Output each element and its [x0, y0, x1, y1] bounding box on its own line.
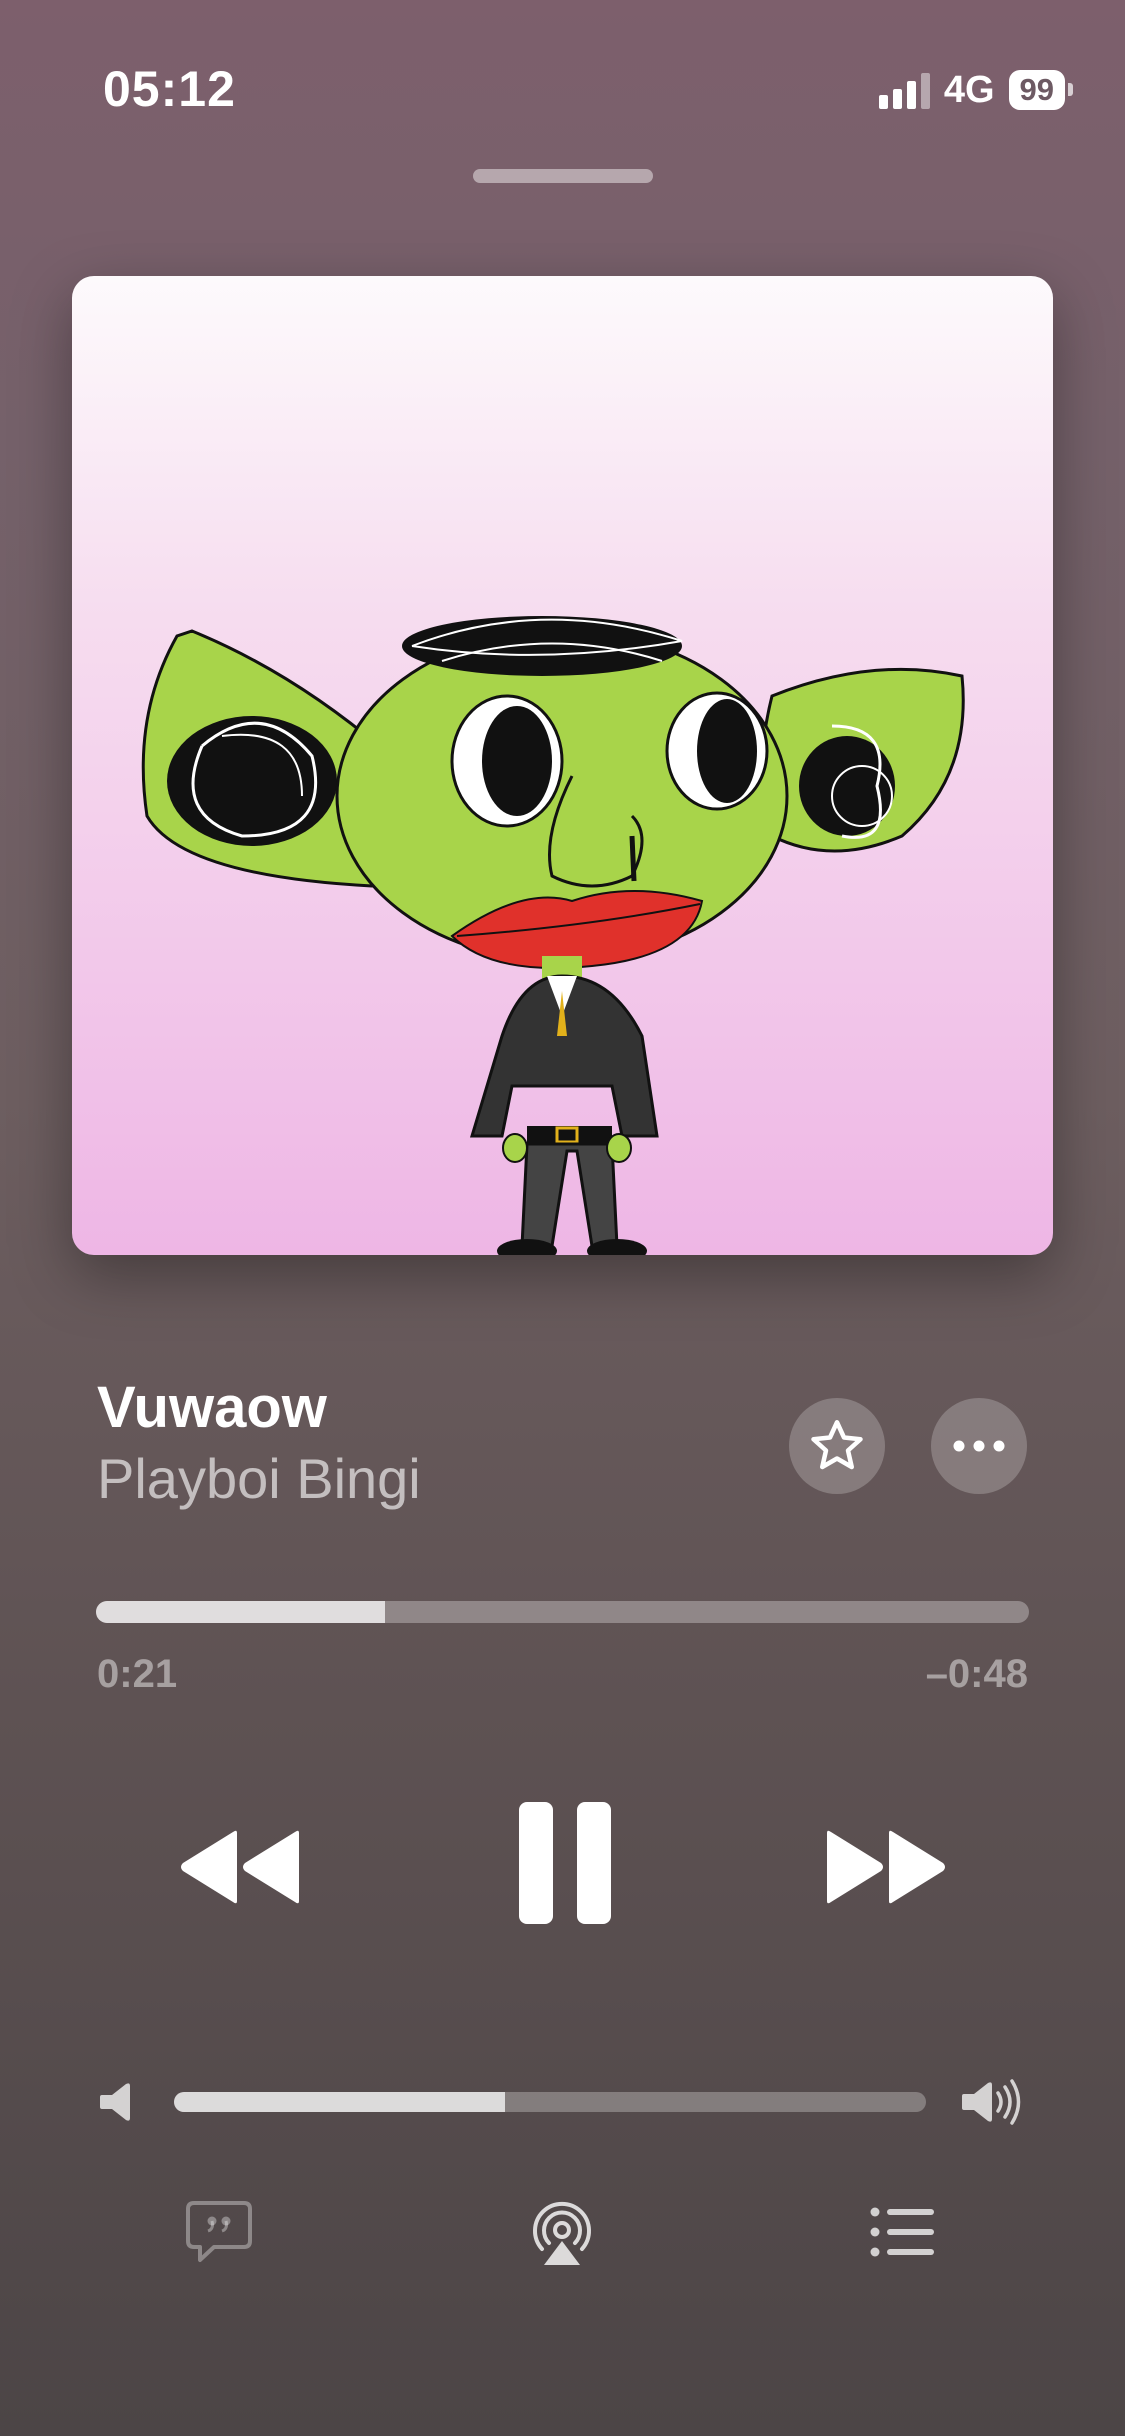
airplay-button[interactable] — [528, 2199, 596, 2272]
pause-icon — [519, 1802, 611, 1924]
status-indicators: 4G 99 — [878, 68, 1074, 112]
lyrics-button[interactable] — [184, 2199, 254, 2270]
quote-bubble-icon — [186, 2201, 252, 2262]
airplay-icon — [533, 2201, 591, 2265]
album-artwork — [72, 276, 1053, 1255]
network-type: 4G — [943, 68, 995, 111]
status-time: 05:12 — [103, 61, 236, 117]
battery-icon: 99 — [1008, 70, 1074, 110]
remaining-time: –0:48 — [925, 1652, 1028, 1696]
queue-button[interactable] — [870, 2206, 934, 2263]
rewind-button[interactable] — [176, 1822, 306, 1912]
artwork-illustration — [141, 616, 965, 1255]
ellipsis-icon — [953, 1440, 1005, 1452]
forward-icon — [827, 1830, 945, 1904]
list-icon — [870, 2207, 934, 2257]
pause-button[interactable] — [510, 1798, 620, 1928]
volume-low-icon — [100, 2081, 134, 2128]
playback-progress-fill — [96, 1601, 386, 1623]
favorite-button[interactable] — [789, 1398, 885, 1494]
track-title[interactable]: Vuwaow — [97, 1374, 327, 1441]
backward-icon — [181, 1830, 299, 1904]
more-options-button[interactable] — [931, 1398, 1027, 1494]
star-icon — [811, 1420, 863, 1470]
track-artist[interactable]: Playboi Bingi — [97, 1446, 421, 1511]
volume-slider[interactable] — [174, 2092, 926, 2112]
sheet-grabber[interactable] — [473, 169, 653, 183]
volume-high-icon — [962, 2077, 1022, 2132]
volume-level-fill — [174, 2092, 505, 2112]
fast-forward-button[interactable] — [820, 1822, 950, 1912]
elapsed-time: 0:21 — [97, 1652, 178, 1696]
signal-strength-icon — [878, 71, 930, 109]
playback-scrubber[interactable] — [96, 1601, 1029, 1623]
